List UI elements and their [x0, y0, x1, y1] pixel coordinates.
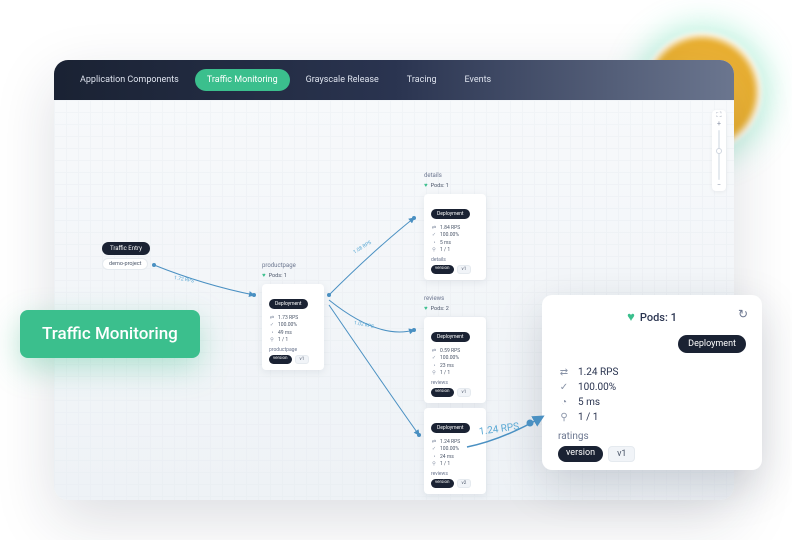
stat-success: ✓100.00%: [269, 322, 317, 328]
zoom-control: ⛶ + −: [712, 110, 726, 191]
version-row: versionv1: [269, 355, 317, 364]
heart-icon: ♥: [262, 272, 266, 279]
stat-instances: ⚲1 / 1: [431, 370, 479, 376]
version-row: versionv1: [431, 265, 479, 274]
service-title-details: details: [424, 172, 442, 179]
heart-icon: ♥: [424, 305, 428, 312]
stat-latency: ◔24 ms: [431, 454, 479, 460]
deployment-tag: Deployment: [431, 209, 470, 219]
refresh-button[interactable]: ↻: [738, 307, 748, 321]
person-icon: ⚲: [558, 412, 570, 423]
service-title-reviews: reviews: [424, 295, 444, 302]
stat-latency: ◔23 ms: [431, 363, 479, 369]
stat-instances: ⚲1 / 1: [558, 412, 746, 423]
service-title-productpage: productpage: [262, 262, 296, 269]
stat-instances: ⚲1 / 1: [431, 247, 479, 253]
clock-icon: ◔: [558, 397, 570, 408]
top-navigation: Application Components Traffic Monitorin…: [54, 60, 734, 100]
stat-success: ✓100.00%: [431, 446, 479, 452]
deployment-tag: Deployment: [269, 299, 308, 309]
pods-count: Pods: 2: [431, 306, 449, 312]
stat-success: ✓100.00%: [431, 355, 479, 361]
service-card-reviews-v2[interactable]: Deployment ⇄1.24 RPS ✓100.00% ◔24 ms ⚲1 …: [424, 408, 486, 494]
stat-rps: ⇄1.24 RPS: [558, 367, 746, 378]
detail-subservice: ratings: [558, 431, 746, 442]
person-icon: ⚲: [269, 337, 275, 343]
stat-success: ✓100.00%: [558, 382, 746, 393]
clock-icon: ◔: [269, 330, 275, 336]
zoom-fit-button[interactable]: ⛶: [717, 112, 722, 119]
stat-success: ✓100.00%: [431, 232, 479, 238]
zoom-in-button[interactable]: +: [717, 121, 721, 128]
stat-latency: ◔5 ms: [431, 240, 479, 246]
check-icon: ✓: [558, 382, 570, 393]
zoom-slider[interactable]: [718, 130, 720, 180]
stat-rps: ⇄1.73 RPS: [269, 315, 317, 321]
detail-version-row: version v1: [558, 446, 746, 462]
pods-count: Pods: 1: [431, 183, 449, 189]
deployment-tag: Deployment: [678, 335, 746, 353]
tab-grayscale-release[interactable]: Grayscale Release: [294, 69, 391, 91]
feature-badge: Traffic Monitoring: [20, 310, 200, 358]
stat-latency: ◔49 ms: [269, 330, 317, 336]
subservice-name: productpage: [269, 347, 317, 353]
version-row: versionv2: [431, 479, 479, 488]
stat-instances: ⚲1 / 1: [269, 337, 317, 343]
subservice-name: details: [431, 257, 479, 263]
pods-count: Pods: 1: [269, 273, 287, 279]
stat-instances: ⚲1 / 1: [431, 461, 479, 467]
tab-events[interactable]: Events: [453, 69, 504, 91]
subservice-name: reviews: [431, 380, 479, 386]
stat-rps: ⇄1.24 RPS: [431, 439, 479, 445]
deployment-tag: Deployment: [431, 332, 470, 342]
zoom-thumb[interactable]: [716, 148, 722, 154]
heart-icon: ♥: [424, 182, 428, 189]
heart-icon: ♥: [627, 309, 635, 325]
detail-stats: ⇄1.24 RPS ✓100.00% ◔5 ms ⚲1 / 1: [558, 353, 746, 423]
pods-badge: ♥Pods: 1: [262, 272, 287, 279]
detail-header: ♥ Pods: 1 ↻: [558, 309, 746, 325]
tab-application-components[interactable]: Application Components: [68, 69, 191, 91]
version-value: v1: [608, 446, 635, 462]
detail-pods: Pods: 1: [640, 311, 677, 324]
service-card-productpage[interactable]: Deployment ⇄1.73 RPS ✓100.00% ◔49 ms ⚲1 …: [262, 284, 324, 370]
subservice-name: reviews: [431, 471, 479, 477]
service-card-reviews[interactable]: Deployment ⇄0.59 RPS ✓100.00% ◔23 ms ⚲1 …: [424, 317, 486, 403]
check-icon: ✓: [269, 322, 275, 328]
detail-panel: 1.24 RPS ♥ Pods: 1 ↻ Deployment ⇄1.24 RP…: [542, 295, 762, 470]
deployment-tag: Deployment: [431, 423, 470, 433]
rps-icon: ⇄: [269, 315, 275, 321]
zoom-out-button[interactable]: −: [717, 182, 721, 189]
stat-latency: ◔5 ms: [558, 397, 746, 408]
tab-traffic-monitoring[interactable]: Traffic Monitoring: [195, 69, 290, 91]
project-name[interactable]: demo-project: [102, 258, 148, 270]
version-row: versionv1: [431, 388, 479, 397]
stat-rps: ⇄1.84 RPS: [431, 225, 479, 231]
version-label: version: [558, 446, 603, 462]
tab-tracing[interactable]: Tracing: [395, 69, 449, 91]
traffic-entry-label: Traffic Entry: [102, 242, 150, 255]
pods-badge: ♥Pods: 2: [424, 305, 449, 312]
rps-icon: ⇄: [558, 367, 570, 378]
stat-rps: ⇄0.59 RPS: [431, 348, 479, 354]
pods-badge: ♥Pods: 1: [424, 182, 449, 189]
service-card-details[interactable]: Deployment ⇄1.84 RPS ✓100.00% ◔5 ms ⚲1 /…: [424, 194, 486, 280]
